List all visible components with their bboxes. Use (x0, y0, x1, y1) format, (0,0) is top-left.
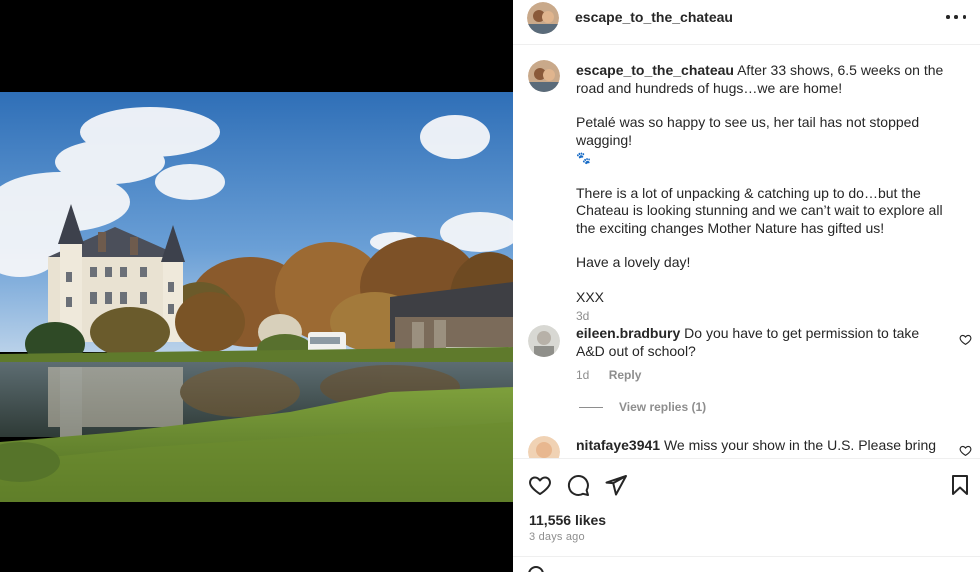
caption-line-5: XXX (576, 288, 605, 305)
heart-icon[interactable] (528, 473, 552, 497)
divider (513, 556, 980, 557)
post-sidebar: escape_to_the_chateau escape_to_the_chat… (513, 0, 980, 572)
comment-like-icon[interactable] (959, 333, 972, 346)
post-photo[interactable] (0, 92, 513, 502)
caption-time[interactable]: 3d (576, 308, 961, 326)
chateau-photo (0, 92, 513, 502)
comment-like-icon[interactable] (959, 444, 972, 457)
send-icon[interactable] (604, 473, 628, 497)
instagram-post-modal: escape_to_the_chateau escape_to_the_chat… (0, 0, 980, 572)
view-replies-label[interactable]: View replies (1) (619, 400, 706, 414)
paw-emoji: 🐾 (576, 151, 591, 165)
view-replies-toggle[interactable]: View replies (1) (579, 400, 706, 414)
comment-1: eileen.bradbury Do you have to get permi… (576, 325, 946, 360)
emoji-icon[interactable] (528, 566, 544, 572)
caption-line-4: Have a lovely day! (576, 254, 691, 270)
post-header: escape_to_the_chateau (513, 0, 980, 45)
comment-icon[interactable] (566, 473, 590, 497)
author-avatar[interactable] (527, 2, 559, 34)
commenter-avatar[interactable] (528, 325, 560, 357)
commenter-avatar[interactable] (528, 436, 560, 458)
comments-area[interactable]: escape_to_the_chateau After 33 shows, 6.… (513, 46, 980, 458)
caption-avatar[interactable] (528, 60, 560, 92)
more-options-icon[interactable] (946, 7, 966, 27)
dot (954, 15, 958, 19)
caption-line-2: Petalé was so happy to see us, her tail … (576, 114, 920, 148)
post-timestamp[interactable]: 3 days ago (529, 531, 585, 543)
caption-line-3: There is a lot of unpacking & catching u… (576, 184, 943, 236)
bookmark-icon[interactable] (948, 473, 972, 497)
reply-button[interactable]: Reply (609, 368, 642, 382)
action-bar (513, 458, 980, 508)
comment-2: nitafaye3941 We miss your show in the U.… (576, 437, 946, 458)
post-caption: escape_to_the_chateau After 33 shows, 6.… (576, 62, 961, 326)
post-media (0, 0, 513, 572)
replies-line (579, 406, 603, 408)
comment-time[interactable]: 1d (576, 368, 589, 382)
author-username[interactable]: escape_to_the_chateau (575, 9, 733, 25)
comment-username[interactable]: nitafaye3941 (576, 437, 660, 453)
dot (946, 15, 950, 19)
caption-username[interactable]: escape_to_the_chateau (576, 62, 734, 78)
comment-meta: 1d Reply (576, 368, 641, 382)
dot (962, 15, 966, 19)
likes-count[interactable]: 11,556 likes (529, 512, 606, 528)
comment-username[interactable]: eileen.bradbury (576, 325, 680, 341)
